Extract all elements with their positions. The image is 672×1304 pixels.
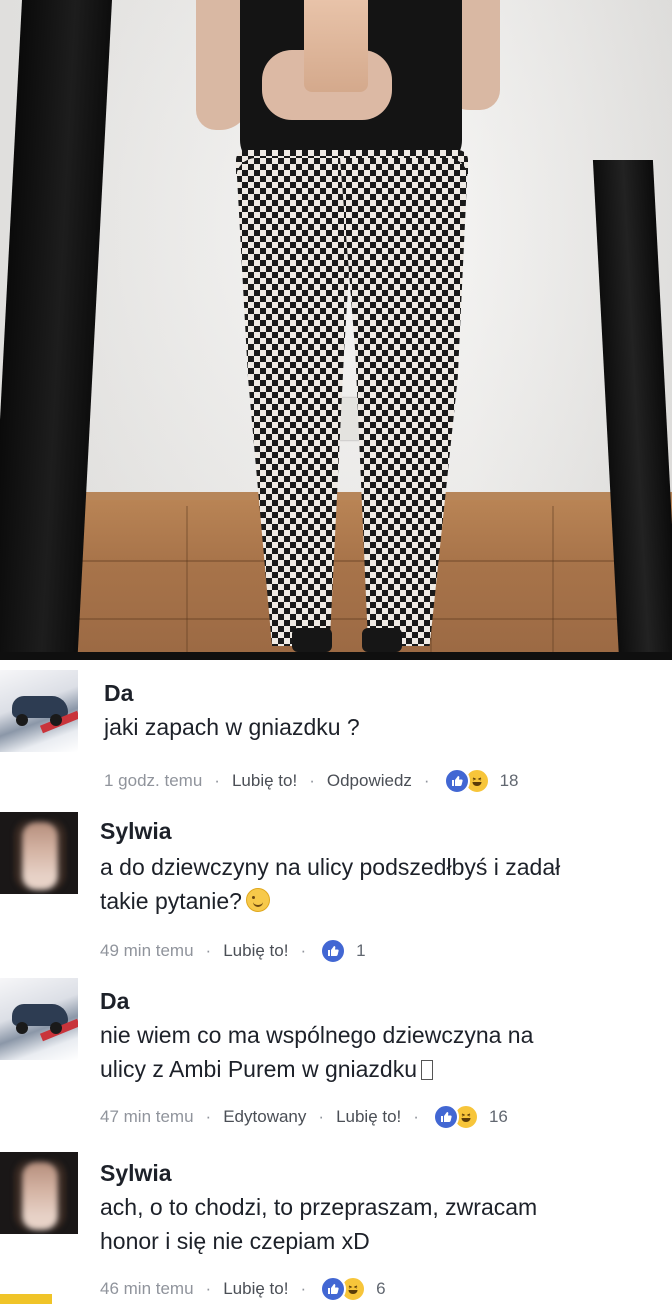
like-link[interactable]: Lubię to! bbox=[223, 941, 288, 961]
missing-glyph-icon bbox=[421, 1060, 434, 1080]
comment-meta: 49 min temu · Lubię to! · 1 bbox=[100, 938, 366, 964]
wink-emoji-icon bbox=[245, 888, 270, 912]
comment-text-line: a do dziewczyny na ulicy podszedłbyś i z… bbox=[100, 854, 561, 880]
houndstooth-leggings bbox=[236, 158, 468, 646]
like-link[interactable]: Lubię to! bbox=[232, 771, 297, 791]
avatar[interactable] bbox=[0, 670, 78, 752]
comment-author[interactable]: Da bbox=[100, 988, 129, 1015]
avatar[interactable] bbox=[0, 1152, 78, 1234]
phone bbox=[304, 0, 368, 92]
comment-meta: 46 min temu · Lubię to! · 6 bbox=[100, 1276, 386, 1302]
reactions[interactable]: 6 bbox=[320, 1276, 386, 1302]
comment-text: a do dziewczyny na ulicy podszedłbyś i z… bbox=[100, 850, 660, 918]
comment-text-line: nie wiem co ma wspólnego dziewczyna na bbox=[100, 1022, 534, 1048]
comment-meta: 1 godz. temu · Lubię to! · Odpowiedz · 1… bbox=[104, 768, 519, 794]
comment-time[interactable]: 47 min temu bbox=[100, 1107, 194, 1127]
avatar[interactable] bbox=[0, 812, 78, 894]
reply-link[interactable]: Odpowiedz bbox=[327, 771, 412, 791]
comment-meta: 47 min temu · Edytowany · Lubię to! · 16 bbox=[100, 1104, 508, 1130]
comment-time[interactable]: 49 min temu bbox=[100, 941, 194, 961]
like-reaction-icon bbox=[432, 1104, 459, 1130]
reaction-count: 1 bbox=[356, 941, 366, 960]
mirror-selfie-photo bbox=[0, 0, 672, 652]
comment-time[interactable]: 46 min temu bbox=[100, 1279, 194, 1299]
comment-author[interactable]: Sylwia bbox=[100, 1160, 172, 1187]
comment-text: ach, o to chodzi, to przepraszam, zwraca… bbox=[100, 1190, 660, 1258]
comment-text-line: ach, o to chodzi, to przepraszam, zwraca… bbox=[100, 1194, 538, 1220]
like-reaction-icon bbox=[320, 1276, 347, 1302]
reactions[interactable]: 1 bbox=[320, 938, 366, 964]
comment-author[interactable]: Sylwia bbox=[100, 818, 172, 845]
comment-text-line: honor i się nie czepiam xD bbox=[100, 1228, 370, 1254]
reactions[interactable]: 18 bbox=[443, 768, 519, 794]
comment-text: jaki zapach w gniazdku ? bbox=[104, 714, 360, 740]
comment-text: nie wiem co ma wspólnego dziewczyna na u… bbox=[100, 1018, 660, 1086]
comment-author[interactable]: Da bbox=[104, 680, 133, 707]
reactions[interactable]: 16 bbox=[432, 1104, 508, 1130]
photo-divider bbox=[0, 652, 672, 660]
reaction-count: 16 bbox=[488, 1107, 508, 1126]
like-link[interactable]: Lubię to! bbox=[223, 1279, 288, 1299]
comment-text-line: takie pytanie? bbox=[100, 888, 242, 914]
like-reaction-icon bbox=[443, 768, 470, 794]
comment-time[interactable]: 1 godz. temu bbox=[104, 771, 202, 791]
like-link[interactable]: Lubię to! bbox=[336, 1107, 401, 1127]
like-reaction-icon bbox=[320, 938, 347, 964]
comment-text-line: ulicy z Ambi Purem w gniazdku bbox=[100, 1056, 418, 1082]
watermark-logo bbox=[0, 1294, 52, 1304]
reaction-count: 18 bbox=[499, 771, 519, 790]
edited-label[interactable]: Edytowany bbox=[223, 1107, 306, 1127]
reaction-count: 6 bbox=[376, 1279, 386, 1298]
avatar[interactable] bbox=[0, 978, 78, 1060]
